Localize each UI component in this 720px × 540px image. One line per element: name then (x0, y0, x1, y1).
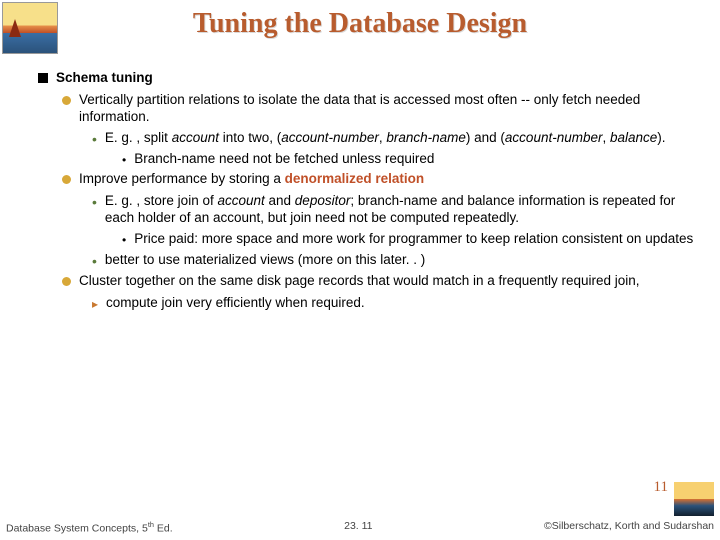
bullet-price-paid: • Price paid: more space and more work f… (122, 231, 700, 248)
dot-bullet-icon: • (92, 195, 97, 227)
logo-top-left (2, 2, 58, 54)
disc-bullet-icon (62, 175, 71, 184)
bullet-materialized-views: • better to use materialized views (more… (92, 252, 700, 269)
slide-title: Tuning the Database Design (0, 0, 720, 40)
logo-bottom-right (674, 482, 714, 516)
disc-bullet-icon (62, 96, 71, 105)
square-bullet-icon (38, 73, 48, 83)
arrow-bullet-icon: ▸ (92, 298, 98, 312)
footer-center: 23. 11 (173, 520, 544, 535)
footer-left: Database System Concepts, 5th Ed. (6, 520, 173, 535)
bullet-split-account-example: • E. g. , split account into two, (accou… (92, 130, 700, 147)
slide-number: 11 (654, 479, 668, 496)
dot-bullet-icon: • (92, 132, 97, 147)
bullet-store-join-example: • E. g. , store join of account and depo… (92, 193, 700, 227)
heading-schema-tuning: Schema tuning (38, 70, 700, 88)
bullet-vertical-partition: Vertically partition relations to isolat… (62, 92, 700, 126)
bullet-denormalized: Improve performance by storing a denorma… (62, 171, 700, 189)
footer: Database System Concepts, 5th Ed. 23. 11… (6, 520, 714, 535)
bullet-compute-join: ▸ compute join very efficiently when req… (92, 295, 700, 312)
dot-bullet-icon: • (122, 234, 126, 248)
footer-right: ©Silberschatz, Korth and Sudarshan (544, 520, 714, 535)
denormalized-term: denormalized relation (285, 171, 425, 186)
dot-bullet-icon: • (92, 254, 97, 269)
dot-bullet-icon: • (122, 154, 126, 168)
slide-body: Schema tuning Vertically partition relat… (38, 70, 700, 316)
bullet-cluster: Cluster together on the same disk page r… (62, 273, 700, 291)
disc-bullet-icon (62, 277, 71, 286)
bullet-branch-name-note: • Branch-name need not be fetched unless… (122, 151, 700, 168)
